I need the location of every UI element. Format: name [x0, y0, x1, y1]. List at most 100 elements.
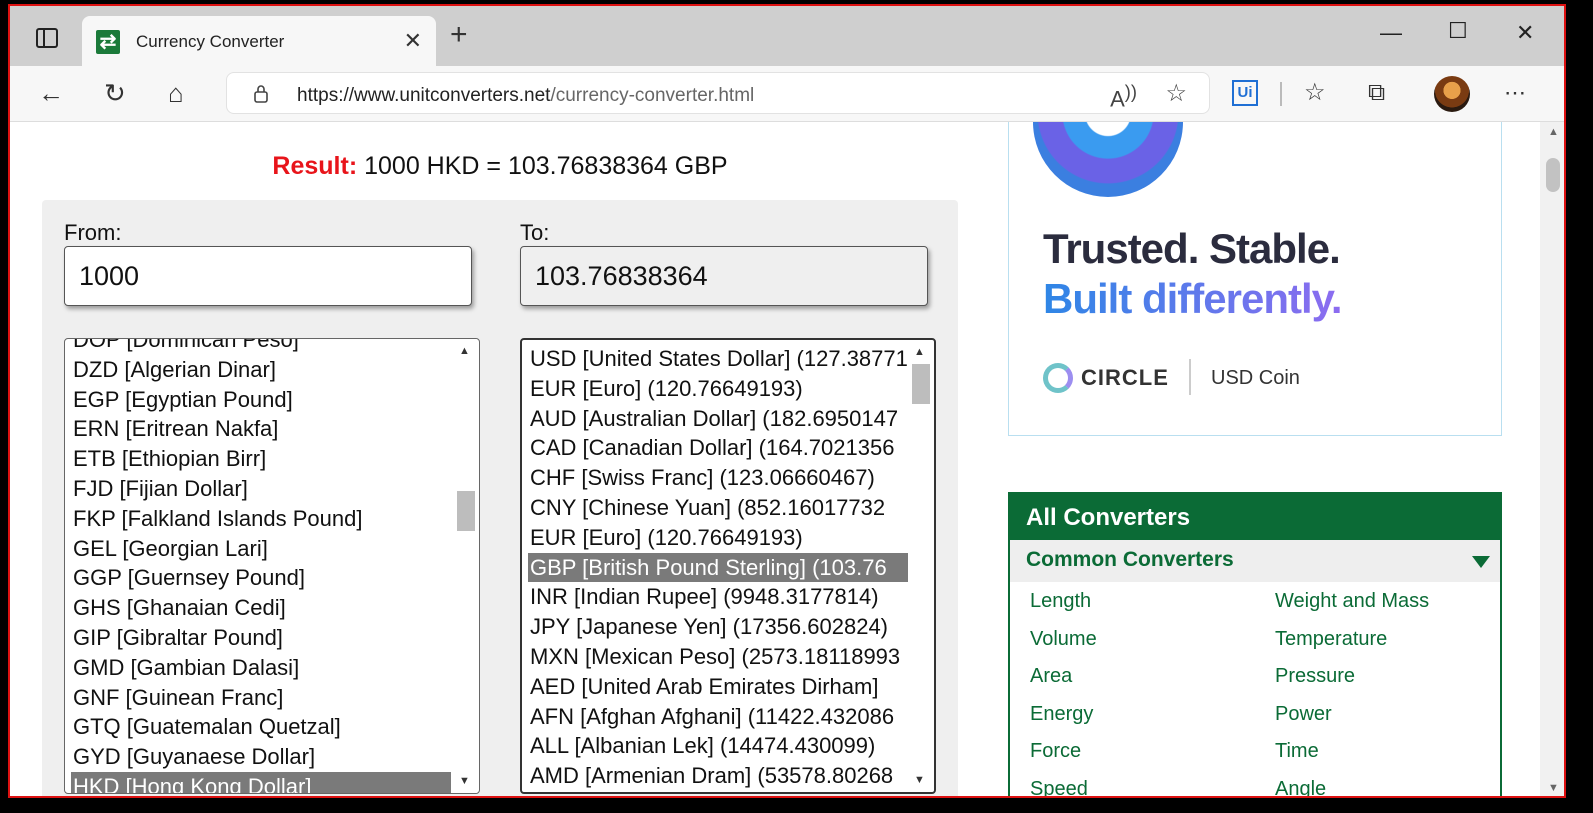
from-list-scrollbar[interactable]: ▲ ▼: [455, 339, 477, 793]
converter-link-area[interactable]: Area: [1030, 665, 1072, 688]
minimize-icon[interactable]: —: [1380, 20, 1402, 46]
browser-window: ⇄ Currency Converter ✕ + — ☐ ✕ ← ↻ ⌂ htt…: [8, 4, 1566, 798]
ui-extension-icon[interactable]: Ui: [1232, 80, 1258, 106]
triangle-down-icon[interactable]: [1472, 556, 1490, 568]
to-currency-option[interactable]: AED [United Arab Emirates Dirham]: [528, 672, 908, 702]
converter-link-power[interactable]: Power: [1275, 703, 1332, 726]
collections-icon[interactable]: ⧉: [1368, 78, 1385, 108]
to-currency-option[interactable]: EUR [Euro] (120.76649193): [528, 374, 908, 404]
url-text[interactable]: https://www.unitconverters.net/currency-…: [297, 85, 754, 107]
result-label: Result:: [272, 152, 358, 180]
converter-link-force[interactable]: Force: [1030, 740, 1081, 763]
window-close-icon[interactable]: ✕: [1516, 20, 1534, 46]
scroll-down-icon[interactable]: ▼: [459, 775, 470, 787]
maximize-icon[interactable]: ☐: [1448, 18, 1468, 44]
plus-icon[interactable]: +: [450, 20, 468, 50]
from-currency-option[interactable]: GGP [Guernsey Pound]: [71, 563, 451, 593]
site-favicon-icon: ⇄: [96, 30, 120, 54]
from-currency-option[interactable]: HKD [Hong Kong Dollar]: [71, 771, 451, 793]
favorites-icon[interactable]: ☆: [1304, 78, 1326, 108]
back-icon[interactable]: ←: [38, 78, 64, 108]
from-currency-option[interactable]: GTQ [Guatemalan Quetzal]: [71, 712, 451, 742]
scroll-up-icon[interactable]: ▲: [1548, 126, 1559, 138]
to-currency-option[interactable]: AMD [Armenian Dram] (53578.80268: [528, 761, 908, 791]
converter-panel: From: To: 1000 103.76838364 DOP [Dominic…: [42, 200, 958, 796]
from-currency-option[interactable]: GIP [Gibraltar Pound]: [71, 623, 451, 653]
from-currency-option[interactable]: GNF [Guinean Franc]: [71, 683, 451, 713]
to-currency-option[interactable]: GBP [British Pound Sterling] (103.76: [528, 552, 908, 583]
to-currency-option[interactable]: EUR [Euro] (120.76649193): [528, 523, 908, 553]
scroll-down-icon[interactable]: ▼: [1548, 782, 1559, 794]
converter-link-temperature[interactable]: Temperature: [1275, 628, 1387, 651]
from-currency-option[interactable]: DZD [Algerian Dinar]: [71, 355, 451, 385]
address-bar[interactable]: https://www.unitconverters.net/currency-…: [226, 72, 1210, 114]
to-currency-option[interactable]: MXN [Mexican Peso] (2573.18118993: [528, 642, 908, 672]
page-scrollbar[interactable]: ▲ ▼: [1540, 122, 1564, 796]
to-currency-option[interactable]: AUD [Australian Dollar] (182.6950147: [528, 404, 908, 434]
converter-link-length[interactable]: Length: [1030, 590, 1091, 613]
to-currency-option[interactable]: INR [Indian Rupee] (9948.3177814): [528, 582, 908, 612]
from-currency-list[interactable]: DOP [Dominican Peso] DZD [Algerian Dinar]…: [64, 338, 480, 794]
browser-toolbar: ← ↻ ⌂ https://www.unitconverters.net/cur…: [10, 66, 1564, 122]
to-currency-option[interactable]: AFN [Afghan Afghani] (11422.432086: [528, 702, 908, 732]
ad-brand-product: USD Coin: [1211, 367, 1300, 389]
converter-link-volume[interactable]: Volume: [1030, 628, 1097, 651]
from-amount-input[interactable]: 1000: [64, 246, 472, 306]
page-scroll-thumb[interactable]: [1546, 158, 1560, 192]
from-currency-option[interactable]: EGP [Egyptian Pound]: [71, 385, 451, 415]
ad-banner[interactable]: Trusted. Stable. Built differently. CIRC…: [1008, 122, 1502, 436]
to-currency-option[interactable]: USD [United States Dollar] (127.38771: [528, 344, 908, 374]
from-currency-option[interactable]: DOP [Dominican Peso]: [71, 339, 451, 355]
from-currency-option[interactable]: ETB [Ethiopian Birr]: [71, 444, 451, 474]
converter-link-speed[interactable]: Speed: [1030, 778, 1088, 797]
from-label: From:: [64, 220, 122, 245]
toolbar-divider: [1280, 82, 1282, 106]
from-currency-option[interactable]: GHS [Ghanaian Cedi]: [71, 593, 451, 623]
converter-link-energy[interactable]: Energy: [1030, 703, 1093, 726]
from-currency-option[interactable]: GYD [Guyanaese Dollar]: [71, 742, 451, 772]
circle-logo-icon: [1043, 363, 1073, 393]
converter-link-angle[interactable]: Angle: [1275, 778, 1326, 797]
converter-link-pressure[interactable]: Pressure: [1275, 665, 1355, 688]
converter-link-time[interactable]: Time: [1275, 740, 1319, 763]
home-icon[interactable]: ⌂: [168, 78, 184, 108]
to-label: To:: [520, 220, 550, 245]
add-favorite-icon[interactable]: ☆: [1165, 79, 1187, 108]
more-icon[interactable]: ⋯: [1504, 78, 1526, 108]
to-currency-option[interactable]: CAD [Canadian Dollar] (164.7021356: [528, 433, 908, 463]
from-currency-option[interactable]: FJD [Fijian Dollar]: [71, 474, 451, 504]
to-amount-output[interactable]: 103.76838364: [520, 246, 928, 306]
from-options: DOP [Dominican Peso] DZD [Algerian Dinar]…: [71, 339, 451, 793]
scroll-down-icon[interactable]: ▼: [914, 774, 925, 786]
from-currency-option[interactable]: GEL [Georgian Lari]: [71, 534, 451, 564]
scroll-up-icon[interactable]: ▲: [914, 346, 925, 358]
result-line: Result: 1000 HKD = 103.76838364 GBP: [10, 152, 990, 181]
usdc-logo-icon: [1033, 122, 1183, 197]
ad-divider: [1189, 359, 1191, 395]
to-currency-option[interactable]: CNY [Chinese Yuan] (852.16017732: [528, 493, 908, 523]
tab-title: Currency Converter: [136, 32, 285, 51]
scroll-thumb[interactable]: [912, 364, 930, 404]
to-currency-option[interactable]: JPY [Japanese Yen] (17356.602824): [528, 612, 908, 642]
close-icon[interactable]: ✕: [404, 28, 422, 54]
to-currency-list[interactable]: USD [United States Dollar] (127.38771 EUR…: [520, 338, 936, 794]
result-text: 1000 HKD = 103.76838364 GBP: [364, 152, 728, 180]
to-currency-option[interactable]: CHF [Swiss Franc] (123.06660467): [528, 463, 908, 493]
common-converters-toggle[interactable]: Common Converters: [1010, 540, 1500, 582]
scroll-thumb[interactable]: [457, 491, 475, 531]
tab-currency-converter[interactable]: ⇄ Currency Converter ✕: [82, 16, 436, 66]
lock-icon[interactable]: [253, 85, 269, 103]
from-currency-option[interactable]: GMD [Gambian Dalasi]: [71, 653, 451, 683]
avatar[interactable]: [1434, 76, 1470, 112]
converter-link-weight-and-mass[interactable]: Weight and Mass: [1275, 590, 1429, 613]
ad-headline: Trusted. Stable.: [1043, 225, 1341, 272]
read-aloud-icon[interactable]: A)): [1110, 81, 1137, 112]
refresh-icon[interactable]: ↻: [104, 78, 126, 108]
to-list-scrollbar[interactable]: ▲ ▼: [910, 340, 932, 792]
from-currency-option[interactable]: ERN [Eritrean Nakfa]: [71, 414, 451, 444]
scroll-up-icon[interactable]: ▲: [459, 345, 470, 357]
to-currency-option[interactable]: ALL [Albanian Lek] (14474.430099): [528, 731, 908, 761]
sidebar-icon[interactable]: [36, 28, 58, 48]
from-currency-option[interactable]: FKP [Falkland Islands Pound]: [71, 504, 451, 534]
all-converters-box: All Converters Common Converters Length W…: [1008, 492, 1502, 797]
